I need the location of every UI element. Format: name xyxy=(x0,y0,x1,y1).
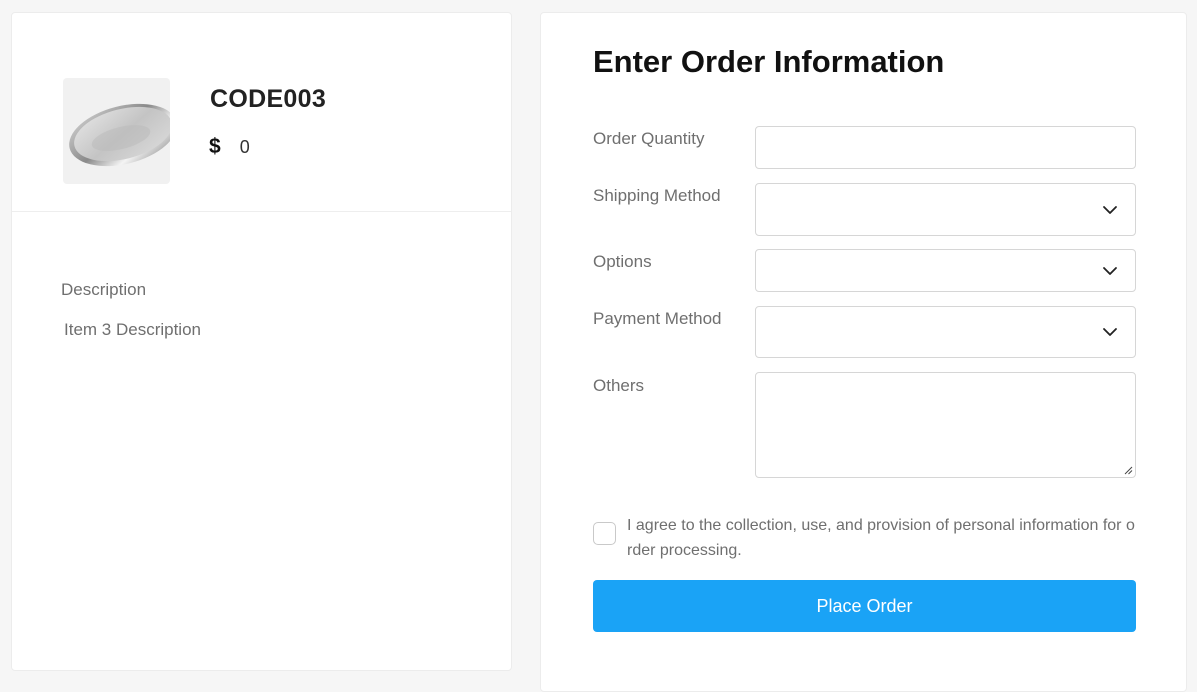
others-textarea[interactable] xyxy=(755,372,1136,478)
price-row: $ 0 xyxy=(209,135,250,159)
currency-symbol: $ xyxy=(209,135,221,158)
chevron-down-icon xyxy=(1103,205,1117,214)
quantity-label: Order Quantity xyxy=(593,129,705,148)
agree-text: I agree to the collection, use, and prov… xyxy=(627,517,1135,559)
quantity-input[interactable] xyxy=(755,126,1136,169)
options-label: Options xyxy=(593,252,652,271)
product-price: 0 xyxy=(239,136,250,157)
order-form-card: Enter Order Information Order Quantity S… xyxy=(540,12,1187,692)
payment-label: Payment Method xyxy=(593,309,722,328)
description-label: Description xyxy=(61,280,147,299)
shipping-select[interactable] xyxy=(755,183,1136,236)
product-code: CODE003 xyxy=(210,85,327,113)
description-text: Item 3 Description xyxy=(64,320,201,339)
page-title: Enter Order Information xyxy=(593,44,945,79)
place-order-button[interactable]: Place Order xyxy=(593,580,1136,632)
tray-image-icon xyxy=(69,103,170,167)
product-card: CODE003 $ 0 Description Item 3 Descripti… xyxy=(11,12,512,671)
others-label: Others xyxy=(593,376,645,395)
product-image xyxy=(63,78,170,184)
product-header: CODE003 $ 0 xyxy=(12,13,511,212)
options-select[interactable] xyxy=(755,249,1136,292)
chevron-down-icon xyxy=(1103,328,1117,336)
chevron-down-icon xyxy=(1103,266,1117,275)
agree-checkbox[interactable] xyxy=(593,522,616,545)
payment-select[interactable] xyxy=(755,306,1136,358)
shipping-label: Shipping Method xyxy=(593,186,721,205)
resize-handle-icon[interactable] xyxy=(1123,465,1133,475)
